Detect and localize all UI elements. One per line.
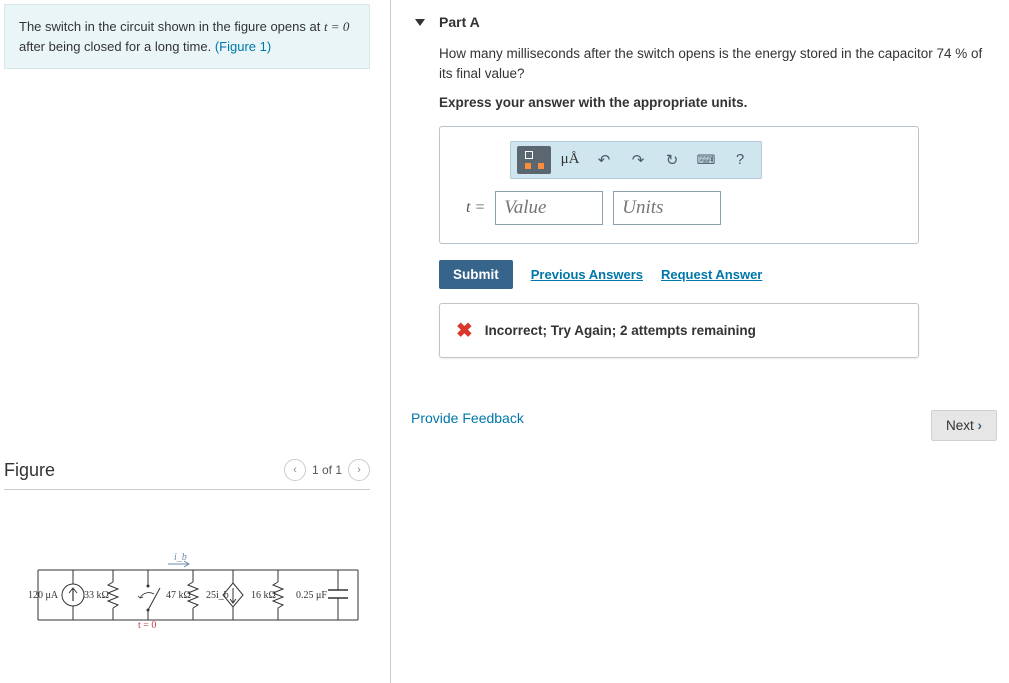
value-input[interactable] (495, 191, 603, 225)
pager-next-button[interactable]: › (348, 459, 370, 481)
figure-title: Figure (4, 460, 55, 481)
part-label: Part A (439, 14, 480, 30)
answer-var-label: t = (456, 199, 485, 217)
undo-button[interactable]: ↶ (589, 146, 619, 174)
figure-pager: ‹ 1 of 1 › (284, 459, 370, 481)
next-button[interactable]: Next › (931, 410, 997, 441)
part-header[interactable]: Part A (411, 0, 997, 38)
problem-var: t = 0 (324, 19, 349, 34)
feedback-text: Incorrect; Try Again; 2 attempts remaini… (485, 323, 756, 338)
units-picker-button[interactable]: μÅ (555, 146, 585, 174)
caret-down-icon (415, 19, 425, 26)
problem-text-2: after being closed for a long time. (19, 39, 215, 54)
feedback-message: ✖ Incorrect; Try Again; 2 attempts remai… (439, 303, 919, 358)
answer-box: μÅ ↶ ↷ ↻ ⌨ ? t = (439, 126, 919, 244)
chevron-right-icon: › (978, 418, 983, 433)
source-label: 120 μA (28, 590, 59, 601)
incorrect-icon: ✖ (456, 318, 473, 343)
circuit-diagram: 120 μA 33 kΩ t = 0 (4, 530, 370, 683)
r2-label: 47 kΩ (166, 590, 191, 601)
figure-link[interactable]: (Figure 1) (215, 39, 271, 54)
r1-label: 33 kΩ (84, 590, 109, 601)
pager-text: 1 of 1 (312, 463, 342, 477)
templates-icon[interactable] (517, 146, 551, 174)
ib-label: i_b (174, 552, 187, 563)
question-instruction: Express your answer with the appropriate… (439, 95, 985, 110)
vertical-divider (390, 0, 391, 683)
question-text: How many milliseconds after the switch o… (439, 44, 985, 85)
provide-feedback-link[interactable]: Provide Feedback (411, 410, 524, 426)
problem-statement: The switch in the circuit shown in the f… (4, 4, 370, 69)
reset-button[interactable]: ↻ (657, 146, 687, 174)
submit-button[interactable]: Submit (439, 260, 513, 289)
r3-label: 16 kΩ (251, 590, 276, 601)
pager-prev-button[interactable]: ‹ (284, 459, 306, 481)
redo-button[interactable]: ↷ (623, 146, 653, 174)
previous-answers-link[interactable]: Previous Answers (531, 267, 643, 282)
next-label: Next (946, 418, 974, 433)
units-input[interactable] (613, 191, 721, 225)
cap-label: 0.25 μF (296, 590, 327, 601)
keyboard-button[interactable]: ⌨ (691, 146, 721, 174)
help-button[interactable]: ? (725, 146, 755, 174)
dep-source-label: 25i_b (206, 590, 229, 601)
request-answer-link[interactable]: Request Answer (661, 267, 762, 282)
problem-text-1: The switch in the circuit shown in the f… (19, 19, 324, 34)
switch-label: t = 0 (138, 620, 156, 631)
answer-toolbar: μÅ ↶ ↷ ↻ ⌨ ? (510, 141, 762, 179)
